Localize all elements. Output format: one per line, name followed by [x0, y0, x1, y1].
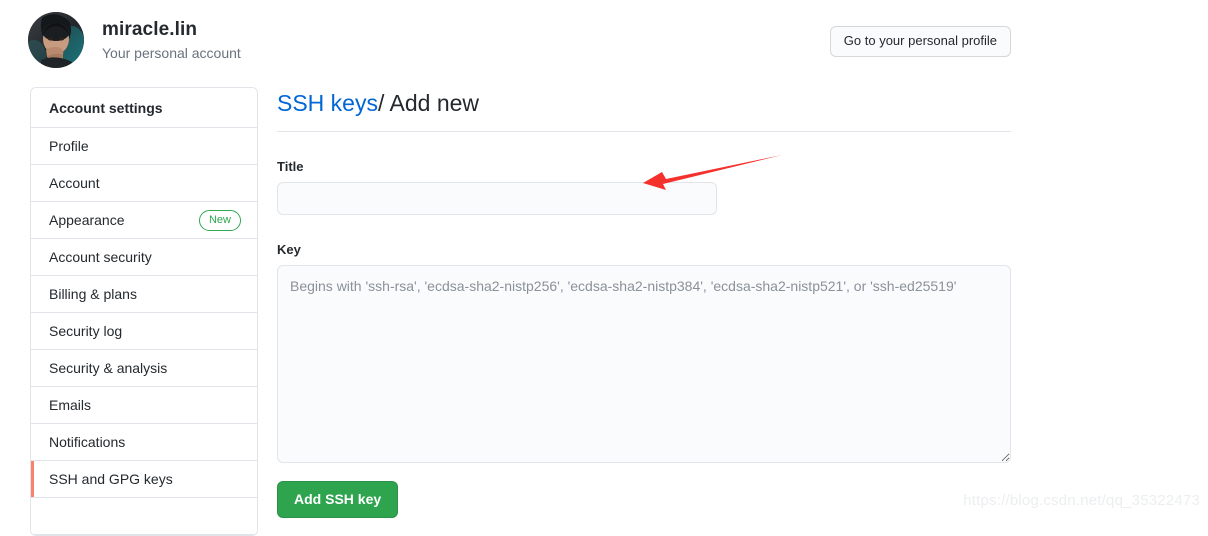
sidebar-item-notifications[interactable]: Notifications — [31, 424, 257, 461]
sidebar-heading-account-settings: Account settings — [31, 88, 257, 128]
sidebar-heading-label: Account settings — [49, 99, 163, 116]
sidebar-item-profile[interactable]: Profile — [31, 128, 257, 165]
breadcrumb-current: Add new — [389, 90, 480, 116]
sidebar-item-label: Security log — [49, 323, 123, 339]
key-field-label: Key — [277, 242, 301, 257]
sidebar-item-security-and-analysis[interactable]: Security & analysis — [31, 350, 257, 387]
sidebar-item-appearance[interactable]: Appearance New — [31, 202, 257, 239]
go-to-personal-profile-button[interactable]: Go to your personal profile — [829, 26, 1011, 57]
add-ssh-key-button[interactable]: Add SSH key — [277, 481, 399, 518]
watermark: https://blog.csdn.net/qq_35322473 — [963, 492, 1200, 509]
sidebar-item-label: SSH and GPG keys — [49, 471, 173, 487]
breadcrumb-ssh-keys-link[interactable]: SSH keys — [277, 90, 378, 116]
sidebar-item-account-security[interactable]: Account security — [31, 239, 257, 276]
account-name: miracle.lin — [102, 18, 198, 40]
title-input[interactable] — [277, 182, 717, 215]
main-content: SSH keys/ Add new Title Key Add SSH key — [277, 88, 1011, 518]
sidebar-item-security-log[interactable]: Security log — [31, 313, 257, 350]
page-header: miracle.lin Your personal account Go to … — [0, 0, 1208, 78]
title-field-label: Title — [277, 159, 304, 174]
sidebar-item-ssh-and-gpg-keys[interactable]: SSH and GPG keys — [31, 461, 257, 498]
key-textarea[interactable] — [277, 265, 1011, 463]
new-badge: New — [198, 209, 241, 231]
account-text: miracle.lin Your personal account — [102, 18, 241, 63]
sidebar-item-label: Billing & plans — [49, 286, 137, 302]
settings-sidebar: Account settings Profile Account Appeara… — [30, 87, 258, 536]
sidebar-item-label: Account security — [49, 249, 152, 265]
breadcrumb-separator: / — [377, 90, 385, 116]
page-title: SSH keys/ Add new — [277, 88, 1011, 132]
sidebar-item-label: Profile — [49, 138, 89, 154]
account-subtitle: Your personal account — [102, 44, 241, 61]
avatar-photo — [28, 12, 84, 68]
sidebar-item-label: Security & analysis — [49, 360, 168, 376]
sidebar-item-label: Appearance — [49, 212, 125, 228]
account-identity: miracle.lin Your personal account — [28, 12, 241, 68]
avatar[interactable] — [28, 12, 84, 68]
sidebar-item-label: Account — [49, 175, 100, 191]
sidebar-item-emails[interactable]: Emails — [31, 387, 257, 424]
sidebar-item-label: Emails — [49, 397, 92, 413]
sidebar-item-account[interactable]: Account — [31, 165, 257, 202]
sidebar-item-label: Notifications — [49, 434, 126, 450]
sidebar-item-billing-and-plans[interactable]: Billing & plans — [31, 276, 257, 313]
